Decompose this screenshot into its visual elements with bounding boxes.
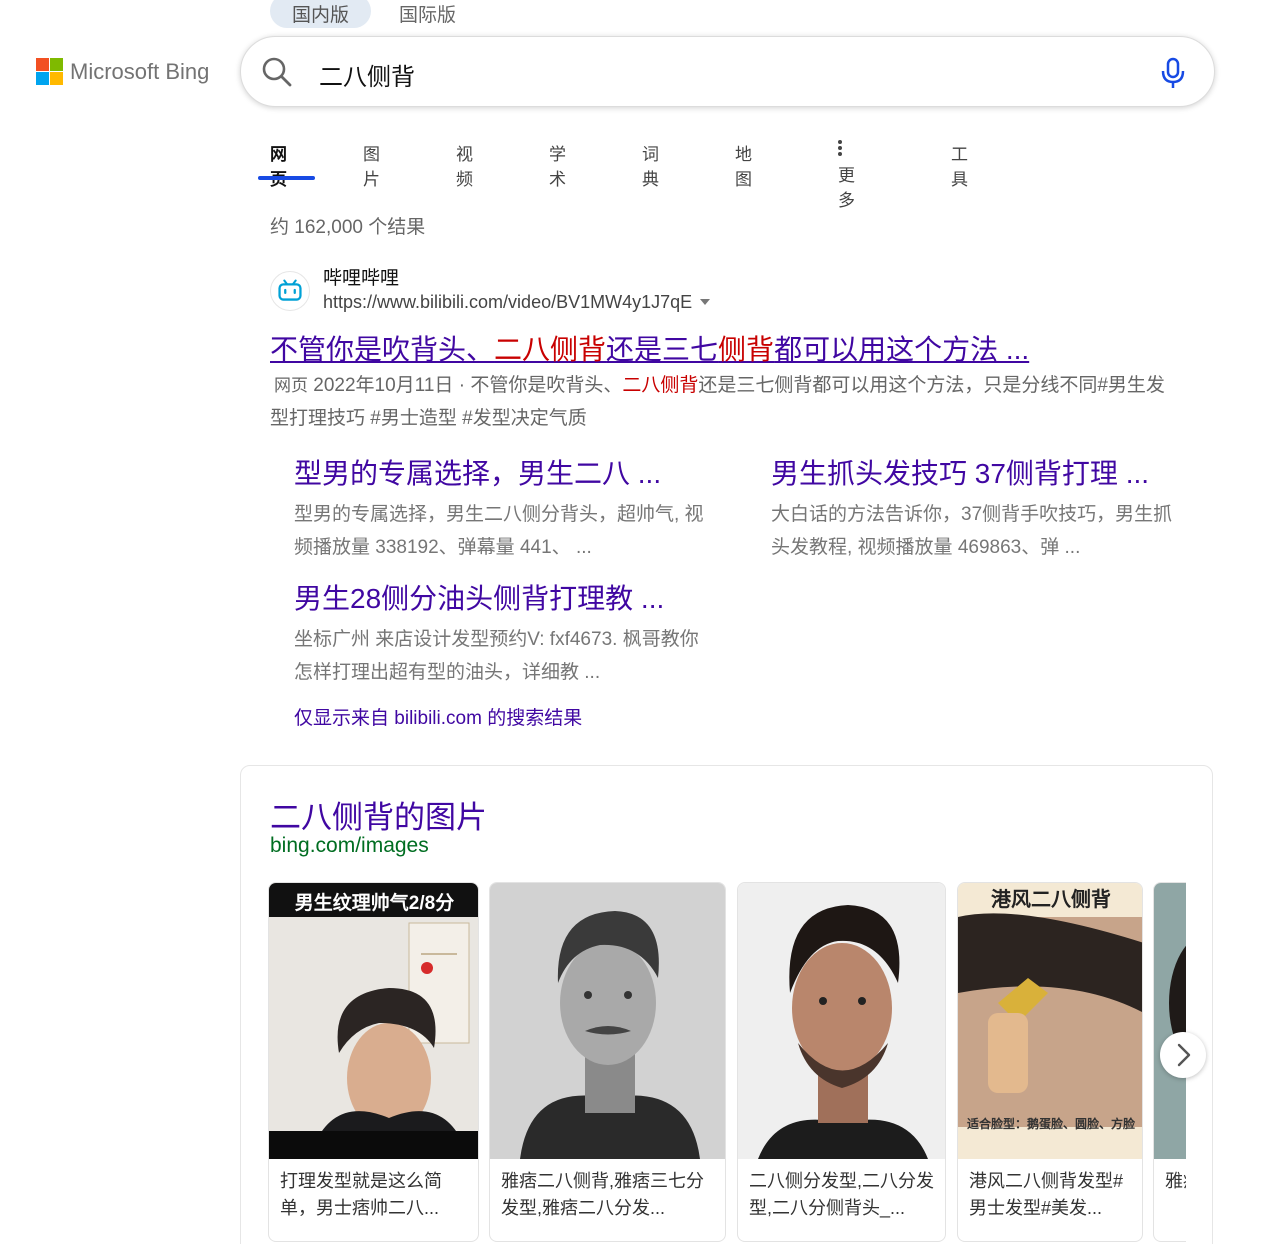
image-thumbnail[interactable]: 港风二八侧背 适合脸型：鹅蛋脸、圆脸、方脸 港风二八侧背发型#男士发型#美发..… <box>957 882 1143 1242</box>
carousel-next-button[interactable] <box>1160 1032 1206 1078</box>
result-url-text: https://www.bilibili.com/video/BV1MW4y1J… <box>323 292 693 312</box>
result-url[interactable]: https://www.bilibili.com/video/BV1MW4y1J… <box>323 292 711 313</box>
deep-link-desc: 大白话的方法告诉你，37侧背手吹技巧，男生抓头发教程, 视频播放量 469863… <box>771 504 1173 558</box>
deep-link-title[interactable]: 男生28侧分油头侧背打理教 ... <box>294 577 704 617</box>
image-thumbnail[interactable]: 男生纹理帅气2/8分 打理发型就是这么简单，男士痞帅二八... <box>268 882 479 1242</box>
tab-dictionary[interactable]: 词典 <box>642 140 659 190</box>
image-overlay-text: 港风二八侧背 <box>991 889 1111 911</box>
deep-link-desc: 坐标广州 来店设计发型预约V: fxf4673. 枫哥教你怎样打理出超有型的油头… <box>294 629 699 683</box>
tab-web[interactable]: 网页 <box>270 140 287 190</box>
hairstyle-photo <box>1154 883 1186 1159</box>
image-carousel: 男生纹理帅气2/8分 打理发型就是这么简单，男士痞帅二八... 雅痞二八侧背,雅… <box>268 882 1186 1242</box>
title-part: 不管你是吹背头、 <box>270 334 495 365</box>
deep-link: 男生28侧分油头侧背打理教 ... 坐标广州 来店设计发型预约V: fxf467… <box>294 577 704 689</box>
image-caption: 港风二八侧背发型#男士发型#美发... <box>969 1171 1124 1218</box>
title-highlight: 侧背 <box>718 334 775 365</box>
site-only-results-link[interactable]: 仅显示来自 bilibili.com 的搜索结果 <box>294 703 582 730</box>
chevron-right-icon <box>1177 1043 1191 1067</box>
more-vertical-icon <box>838 140 842 158</box>
image-caption: 雅痞分 <box>1165 1171 1186 1191</box>
hairstyle-photo <box>269 883 478 1159</box>
snippet-highlight: 二八侧背 <box>622 375 699 396</box>
region-domestic-tab[interactable]: 国内版 <box>270 0 372 28</box>
snippet-date: 2022年10月11日 <box>313 375 454 396</box>
tab-images[interactable]: 图片 <box>363 140 380 190</box>
title-highlight: 二八侧背 <box>494 334 607 365</box>
bing-logo[interactable]: Microsoft Bing <box>36 58 209 85</box>
images-card: 二八侧背的图片 bing.com/images 男生纹理帅气2/8分 打理发型就… <box>240 765 1213 1244</box>
image-thumbnail[interactable]: 雅痞二八侧背,雅痞三七分发型,雅痞二八分发... <box>489 882 726 1242</box>
deep-link: 型男的专属选择，男生二八 ... 型男的专属选择，男生二八侧分背头，超帅气, 视… <box>294 452 704 564</box>
snippet-separator: · <box>458 375 466 396</box>
bilibili-icon[interactable] <box>270 271 310 311</box>
search-box[interactable]: 二八侧背 <box>240 36 1215 107</box>
deep-link-desc: 型男的专属选择，男生二八侧分背头，超帅气, 视频播放量 338192、弹幕量 4… <box>294 504 704 558</box>
tab-maps[interactable]: 地图 <box>735 140 752 190</box>
deep-link-title[interactable]: 型男的专属选择，男生二八 ... <box>294 452 704 492</box>
region-toggle: 国内版 国际版 <box>270 0 478 28</box>
caret-down-icon[interactable] <box>700 299 711 305</box>
image-caption: 雅痞二八侧背,雅痞三七分发型,雅痞二八分发... <box>501 1171 704 1218</box>
search-icon[interactable] <box>261 56 293 88</box>
images-card-source[interactable]: bing.com/images <box>270 834 429 858</box>
image-caption: 打理发型就是这么简单，男士痞帅二八... <box>280 1171 442 1218</box>
image-thumbnail[interactable]: 二八侧分发型,二八分发型,二八分侧背头_... <box>737 882 946 1242</box>
hairstyle-photo <box>738 883 945 1159</box>
tab-tools[interactable]: 工具 <box>951 140 968 190</box>
snippet-tag: 网页 <box>274 376 308 395</box>
result-title-link[interactable]: 不管你是吹背头、二八侧背还是三七侧背都可以用这个方法 ... <box>270 328 1029 368</box>
image-caption: 二八侧分发型,二八分发型,二八分侧背头_... <box>749 1171 934 1218</box>
tab-videos[interactable]: 视频 <box>456 140 473 190</box>
image-overlay-subtext: 适合脸型：鹅蛋脸、圆脸、方脸 <box>966 1117 1135 1131</box>
region-international-tab[interactable]: 国际版 <box>377 0 478 28</box>
deep-link: 男生抓头发技巧 37侧背打理 ... 大白话的方法告诉你，37侧背手吹技巧，男生… <box>771 452 1181 564</box>
tab-more-label: 更多 <box>838 166 855 210</box>
image-overlay-text: 男生纹理帅气2/8分 <box>294 893 455 914</box>
title-part: 都可以用这个方法 ... <box>774 334 1030 365</box>
result-count: 约 162,000 个结果 <box>270 217 426 238</box>
active-tab-indicator <box>258 176 315 180</box>
snippet-text: 不管你是吹背头、 <box>470 375 623 396</box>
search-input[interactable]: 二八侧背 <box>319 57 415 92</box>
tab-more[interactable]: 更多 <box>838 140 855 211</box>
deep-link-title[interactable]: 男生抓头发技巧 37侧背打理 ... <box>771 452 1181 492</box>
microsoft-logo-icon <box>36 58 63 85</box>
brand-name: Microsoft Bing <box>70 58 210 84</box>
images-card-title[interactable]: 二八侧背的图片 <box>270 792 487 837</box>
result-snippet: 网页 2022年10月11日 · 不管你是吹背头、二八侧背还是三七侧背都可以用这… <box>270 369 1180 435</box>
microphone-icon[interactable] <box>1160 57 1186 89</box>
result-site-name: 哔哩哔哩 <box>323 268 400 289</box>
tab-academic[interactable]: 学术 <box>549 140 566 190</box>
title-part: 还是三七 <box>606 334 719 365</box>
hairstyle-photo <box>490 883 725 1159</box>
